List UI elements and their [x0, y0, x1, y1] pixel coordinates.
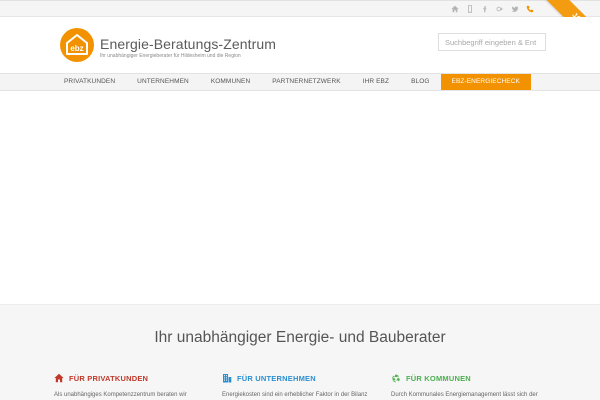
column-unternehmen: FÜR UNTERNEHMEN Energiekosten sind ein e…	[222, 373, 382, 399]
column-text: Als unabhängiges Kompetenzzentrum berate…	[54, 392, 187, 398]
phone-icon[interactable]	[525, 4, 534, 13]
social-icons	[450, 4, 534, 13]
search-input[interactable]	[438, 33, 546, 51]
building-icon	[223, 374, 232, 383]
svg-text:ebz: ebz	[70, 44, 83, 53]
house-icon	[54, 373, 64, 383]
brand-title: Energie-Beratungs-Zentrum	[100, 36, 277, 52]
nav-item-unternehmen[interactable]: Unternehmen	[126, 74, 200, 90]
main-nav: Privatkunden Unternehmen Kommunen Partne…	[0, 73, 600, 91]
column-text: Durch Kommunales Energiemanagement lässt…	[391, 392, 538, 398]
google-plus-icon[interactable]	[495, 4, 504, 13]
house-logo-icon: ebz	[66, 34, 88, 55]
twitter-icon[interactable]	[510, 4, 519, 13]
intro-section: Ihr unabhängiger Energie- und Bauberater…	[0, 304, 600, 400]
brand-text[interactable]: Energie-Beratungs-Zentrum Ihr unabhängig…	[100, 36, 276, 59]
column-heading[interactable]: FÜR PRIVATKUNDEN	[54, 373, 214, 383]
column-privatkunden: FÜR PRIVATKUNDEN Als unabhängiges Kompet…	[54, 373, 214, 399]
brand-subtitle: Ihr unabhängiger Energieberater für Hild…	[100, 53, 241, 59]
mobile-icon[interactable]	[465, 4, 474, 13]
top-bar	[0, 0, 600, 17]
hero-banner	[0, 91, 600, 304]
nav-item-energiecheck[interactable]: EBZ-Energiecheck	[440, 74, 531, 90]
nav-item-privatkunden[interactable]: Privatkunden	[53, 74, 126, 90]
column-heading[interactable]: FÜR UNTERNEHMEN	[222, 373, 382, 383]
column-kommunen: FÜR KOMMUNEN Durch Kommunales Energieman…	[391, 373, 551, 399]
column-text: Energiekosten sind ein erheblicher Fakto…	[222, 392, 368, 398]
recycle-icon	[392, 374, 400, 383]
home-icon[interactable]	[450, 4, 459, 13]
nav-item-ihr-ebz[interactable]: Ihr EBZ	[352, 74, 400, 90]
nav-item-partnernetzwerk[interactable]: Partnernetzwerk	[261, 74, 351, 90]
heading-label: FÜR PRIVATKUNDEN	[69, 373, 149, 383]
ebz-logo[interactable]: ebz	[60, 28, 94, 62]
facebook-icon[interactable]	[480, 4, 489, 13]
site-header: ebz Energie-Beratungs-Zentrum Ihr unabhä…	[0, 17, 600, 73]
section-title: Ihr unabhängiger Energie- und Bauberater	[154, 329, 446, 346]
column-heading[interactable]: FÜR KOMMUNEN	[391, 373, 551, 383]
nav-item-blog[interactable]: Blog	[400, 74, 440, 90]
nav-item-kommunen[interactable]: Kommunen	[200, 74, 261, 90]
heading-label: FÜR KOMMUNEN	[406, 373, 471, 383]
heading-label: FÜR UNTERNEHMEN	[237, 373, 316, 383]
